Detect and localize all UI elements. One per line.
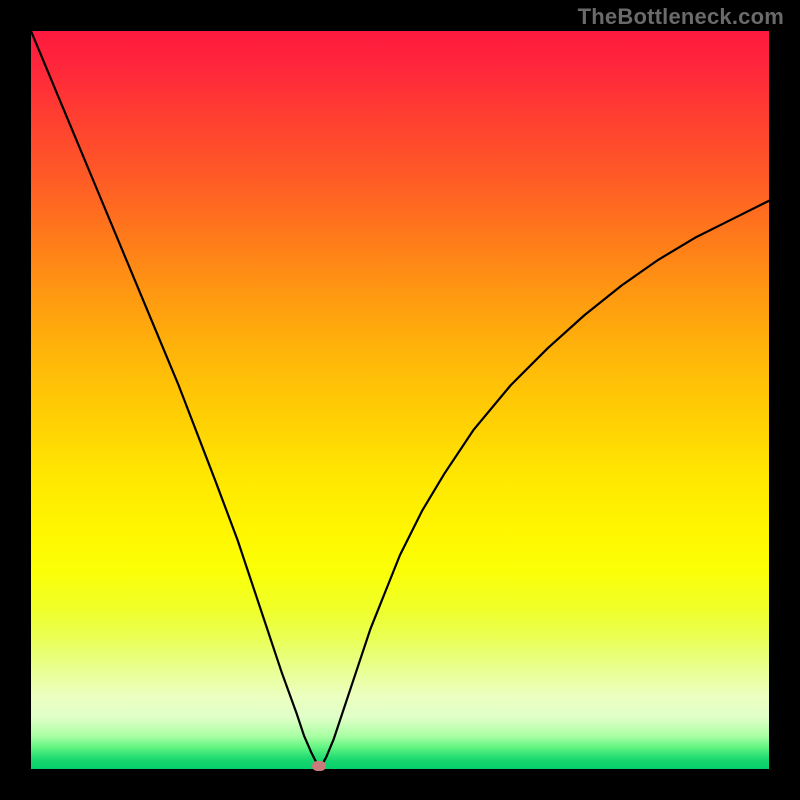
- minimum-marker: [312, 761, 326, 771]
- plot-area: [31, 31, 769, 769]
- bottleneck-curve: [31, 31, 769, 769]
- watermark-text: TheBottleneck.com: [578, 4, 784, 30]
- outer-frame: TheBottleneck.com: [0, 0, 800, 800]
